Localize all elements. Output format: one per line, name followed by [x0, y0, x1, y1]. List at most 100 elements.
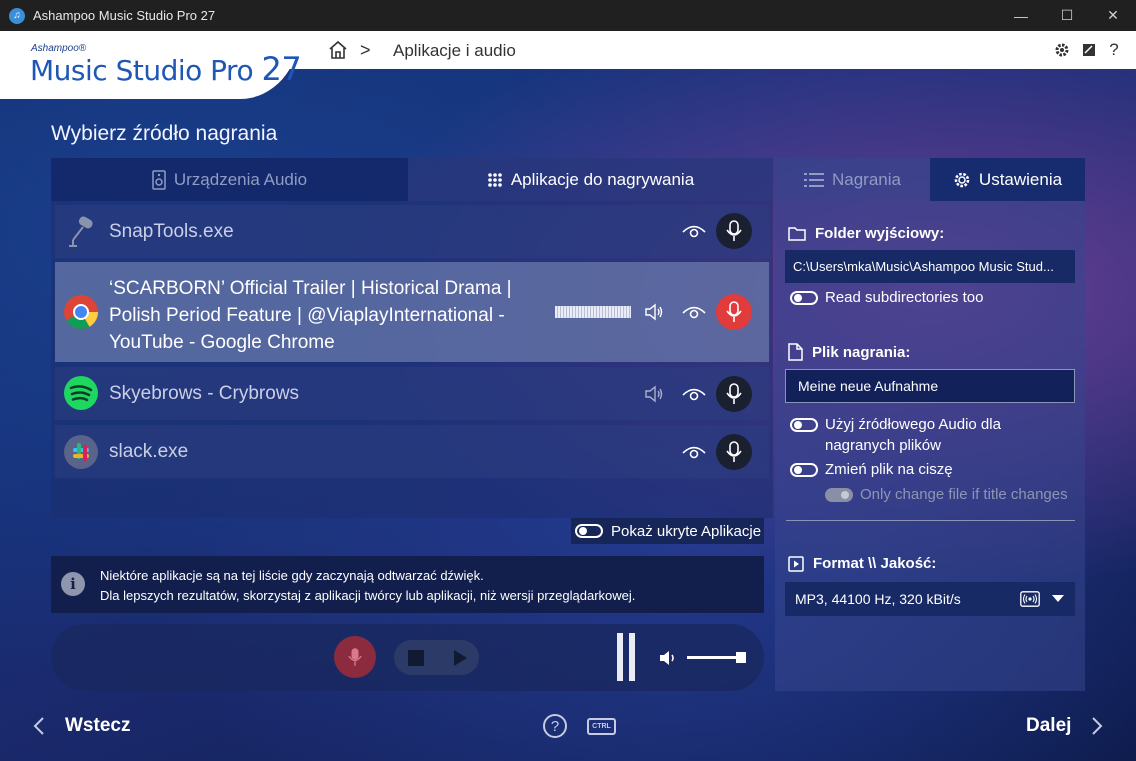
record-app-button[interactable]	[716, 376, 752, 412]
option-line: nagranych plików	[825, 437, 941, 454]
app-label-chrome: ‘SCARBORN’ Official Trailer | Historical…	[109, 275, 512, 356]
notes-icon[interactable]	[1080, 41, 1098, 59]
toggle-switch[interactable]	[790, 463, 818, 477]
broadcast-icon[interactable]	[1020, 591, 1040, 607]
chevron-right-icon	[1092, 717, 1103, 735]
keyboard-shortcuts-icon[interactable]: CTRL	[587, 718, 616, 735]
app-label: slack.exe	[109, 441, 189, 462]
audio-level-meter	[555, 306, 631, 318]
volume-icon[interactable]	[658, 649, 678, 667]
speaker-icon[interactable]	[644, 385, 664, 403]
ctrl-label: CTRL	[592, 723, 611, 730]
maximize-button[interactable]: ☐	[1044, 0, 1090, 31]
list-icon	[804, 172, 824, 187]
read-subdirs-option[interactable]: Read subdirectories too	[790, 287, 983, 308]
chevron-down-icon[interactable]	[1052, 595, 1064, 603]
output-folder-field[interactable]: C:\Users\mka\Music\Ashampoo Music Stud..…	[785, 250, 1075, 283]
microphone-icon	[726, 441, 742, 462]
record-button[interactable]	[334, 636, 376, 678]
output-folder-label: Folder wyjściowy:	[815, 225, 945, 242]
change-on-silence-option[interactable]: Zmień plik na ciszę	[790, 459, 953, 480]
toggle-switch[interactable]	[575, 524, 603, 538]
eye-icon[interactable]	[682, 223, 706, 239]
tab-recording-apps[interactable]: Aplikacje do nagrywania	[408, 158, 773, 201]
only-title-change-label: Only change file if title changes	[860, 486, 1068, 503]
logo-version: 27	[261, 50, 302, 88]
next-button[interactable]: Dalej	[1026, 715, 1103, 737]
file-icon	[788, 343, 803, 361]
logo-product: Music Studio Pro 27	[30, 50, 302, 88]
home-icon[interactable]	[328, 40, 348, 60]
recording-file-heading: Plik nagrania:	[788, 343, 910, 361]
minimize-button[interactable]: —	[998, 0, 1044, 31]
app-label-line: YouTube - Google Chrome	[109, 332, 335, 353]
toggle-switch	[825, 488, 853, 502]
info-text: Niektóre aplikacje są na tej liście gdy …	[100, 566, 635, 606]
gear-icon	[953, 171, 971, 189]
back-label: Wstecz	[65, 715, 131, 736]
media-file-icon	[788, 555, 804, 572]
chrome-icon	[64, 295, 98, 329]
next-label: Dalej	[1026, 715, 1072, 736]
record-app-button[interactable]	[716, 213, 752, 249]
folder-icon	[788, 227, 806, 241]
tab-audio-devices[interactable]: Urządzenia Audio	[51, 158, 408, 201]
output-folder-heading: Folder wyjściowy:	[788, 225, 944, 242]
tab-audio-devices-label: Urządzenia Audio	[173, 169, 308, 189]
use-source-audio-label: Użyj źródłowego Audio dla nagranych plik…	[825, 414, 1001, 456]
recording-file-input[interactable]: Meine neue Aufnahme	[785, 369, 1075, 403]
window-title: Ashampoo Music Studio Pro 27	[33, 8, 216, 23]
settings-divider	[786, 520, 1075, 521]
tab-recording-apps-label: Aplikacje do nagrywania	[510, 169, 695, 189]
page-title: Wybierz źródło nagrania	[51, 122, 278, 145]
close-button[interactable]: ✕	[1090, 0, 1136, 31]
back-button[interactable]: Wstecz	[33, 715, 130, 737]
toggle-switch[interactable]	[790, 418, 818, 432]
chevron-left-icon	[33, 717, 44, 735]
microphone-icon	[726, 383, 742, 404]
breadcrumb-separator: >	[360, 40, 371, 60]
option-line: Użyj źródłowego Audio dla	[825, 416, 1001, 433]
show-hidden-apps-label: Pokaż ukryte Aplikacje	[611, 522, 762, 540]
format-label: Format \\ Jakość:	[813, 555, 937, 572]
app-label: SnapTools.exe	[109, 221, 234, 242]
only-title-change-option: Only change file if title changes	[825, 484, 1068, 505]
stop-button[interactable]	[408, 650, 424, 666]
eye-icon[interactable]	[682, 444, 706, 460]
change-on-silence-label: Zmień plik na ciszę	[825, 461, 953, 478]
tab-recordings-label: Nagrania	[832, 169, 901, 189]
speaker-icon[interactable]	[644, 303, 664, 321]
help-icon[interactable]: ?	[1105, 40, 1123, 59]
tab-settings-label: Ustawienia	[978, 169, 1063, 189]
toggle-switch[interactable]	[790, 291, 818, 305]
play-button[interactable]	[454, 650, 467, 666]
spotify-icon	[64, 376, 98, 410]
record-app-button[interactable]	[716, 294, 752, 330]
title-bar: ♫ Ashampoo Music Studio Pro 27 — ☐ ✕	[0, 0, 1136, 31]
app-row-slack[interactable]: slack.exe	[55, 425, 769, 478]
speaker-device-icon	[152, 169, 166, 190]
eye-icon[interactable]	[682, 304, 706, 320]
microphone-icon	[726, 301, 742, 322]
info-line: Dla lepszych rezultatów, skorzystaj z ap…	[100, 588, 636, 603]
microphone-icon	[726, 220, 742, 241]
format-heading: Format \\ Jakość:	[788, 555, 936, 572]
app-row-snaptools[interactable]: SnapTools.exe	[55, 205, 769, 258]
help-circle-icon[interactable]: ?	[543, 714, 567, 738]
pause-button[interactable]	[617, 633, 635, 681]
eye-icon[interactable]	[682, 386, 706, 402]
app-label-line: ‘SCARBORN’ Official Trailer | Historical…	[109, 278, 512, 299]
show-hidden-apps-toggle[interactable]: Pokaż ukryte Aplikacje	[571, 518, 764, 544]
volume-slider-handle[interactable]	[736, 652, 746, 663]
microphone-icon	[348, 648, 362, 666]
record-app-button[interactable]	[716, 434, 752, 470]
tab-settings[interactable]: Ustawienia	[930, 158, 1085, 201]
app-row-spotify[interactable]: Skyebrows - Crybrows	[55, 367, 769, 420]
app-row-chrome[interactable]: ‘SCARBORN’ Official Trailer | Historical…	[55, 262, 769, 362]
tab-recordings[interactable]: Nagrania	[775, 158, 930, 201]
info-icon: i	[61, 572, 85, 596]
gear-icon[interactable]	[1053, 41, 1071, 59]
music-note-icon: ♫	[9, 7, 25, 24]
use-source-audio-option[interactable]: Użyj źródłowego Audio dla nagranych plik…	[790, 414, 1001, 456]
format-select[interactable]: MP3, 44100 Hz, 320 kBit/s	[785, 582, 1075, 616]
